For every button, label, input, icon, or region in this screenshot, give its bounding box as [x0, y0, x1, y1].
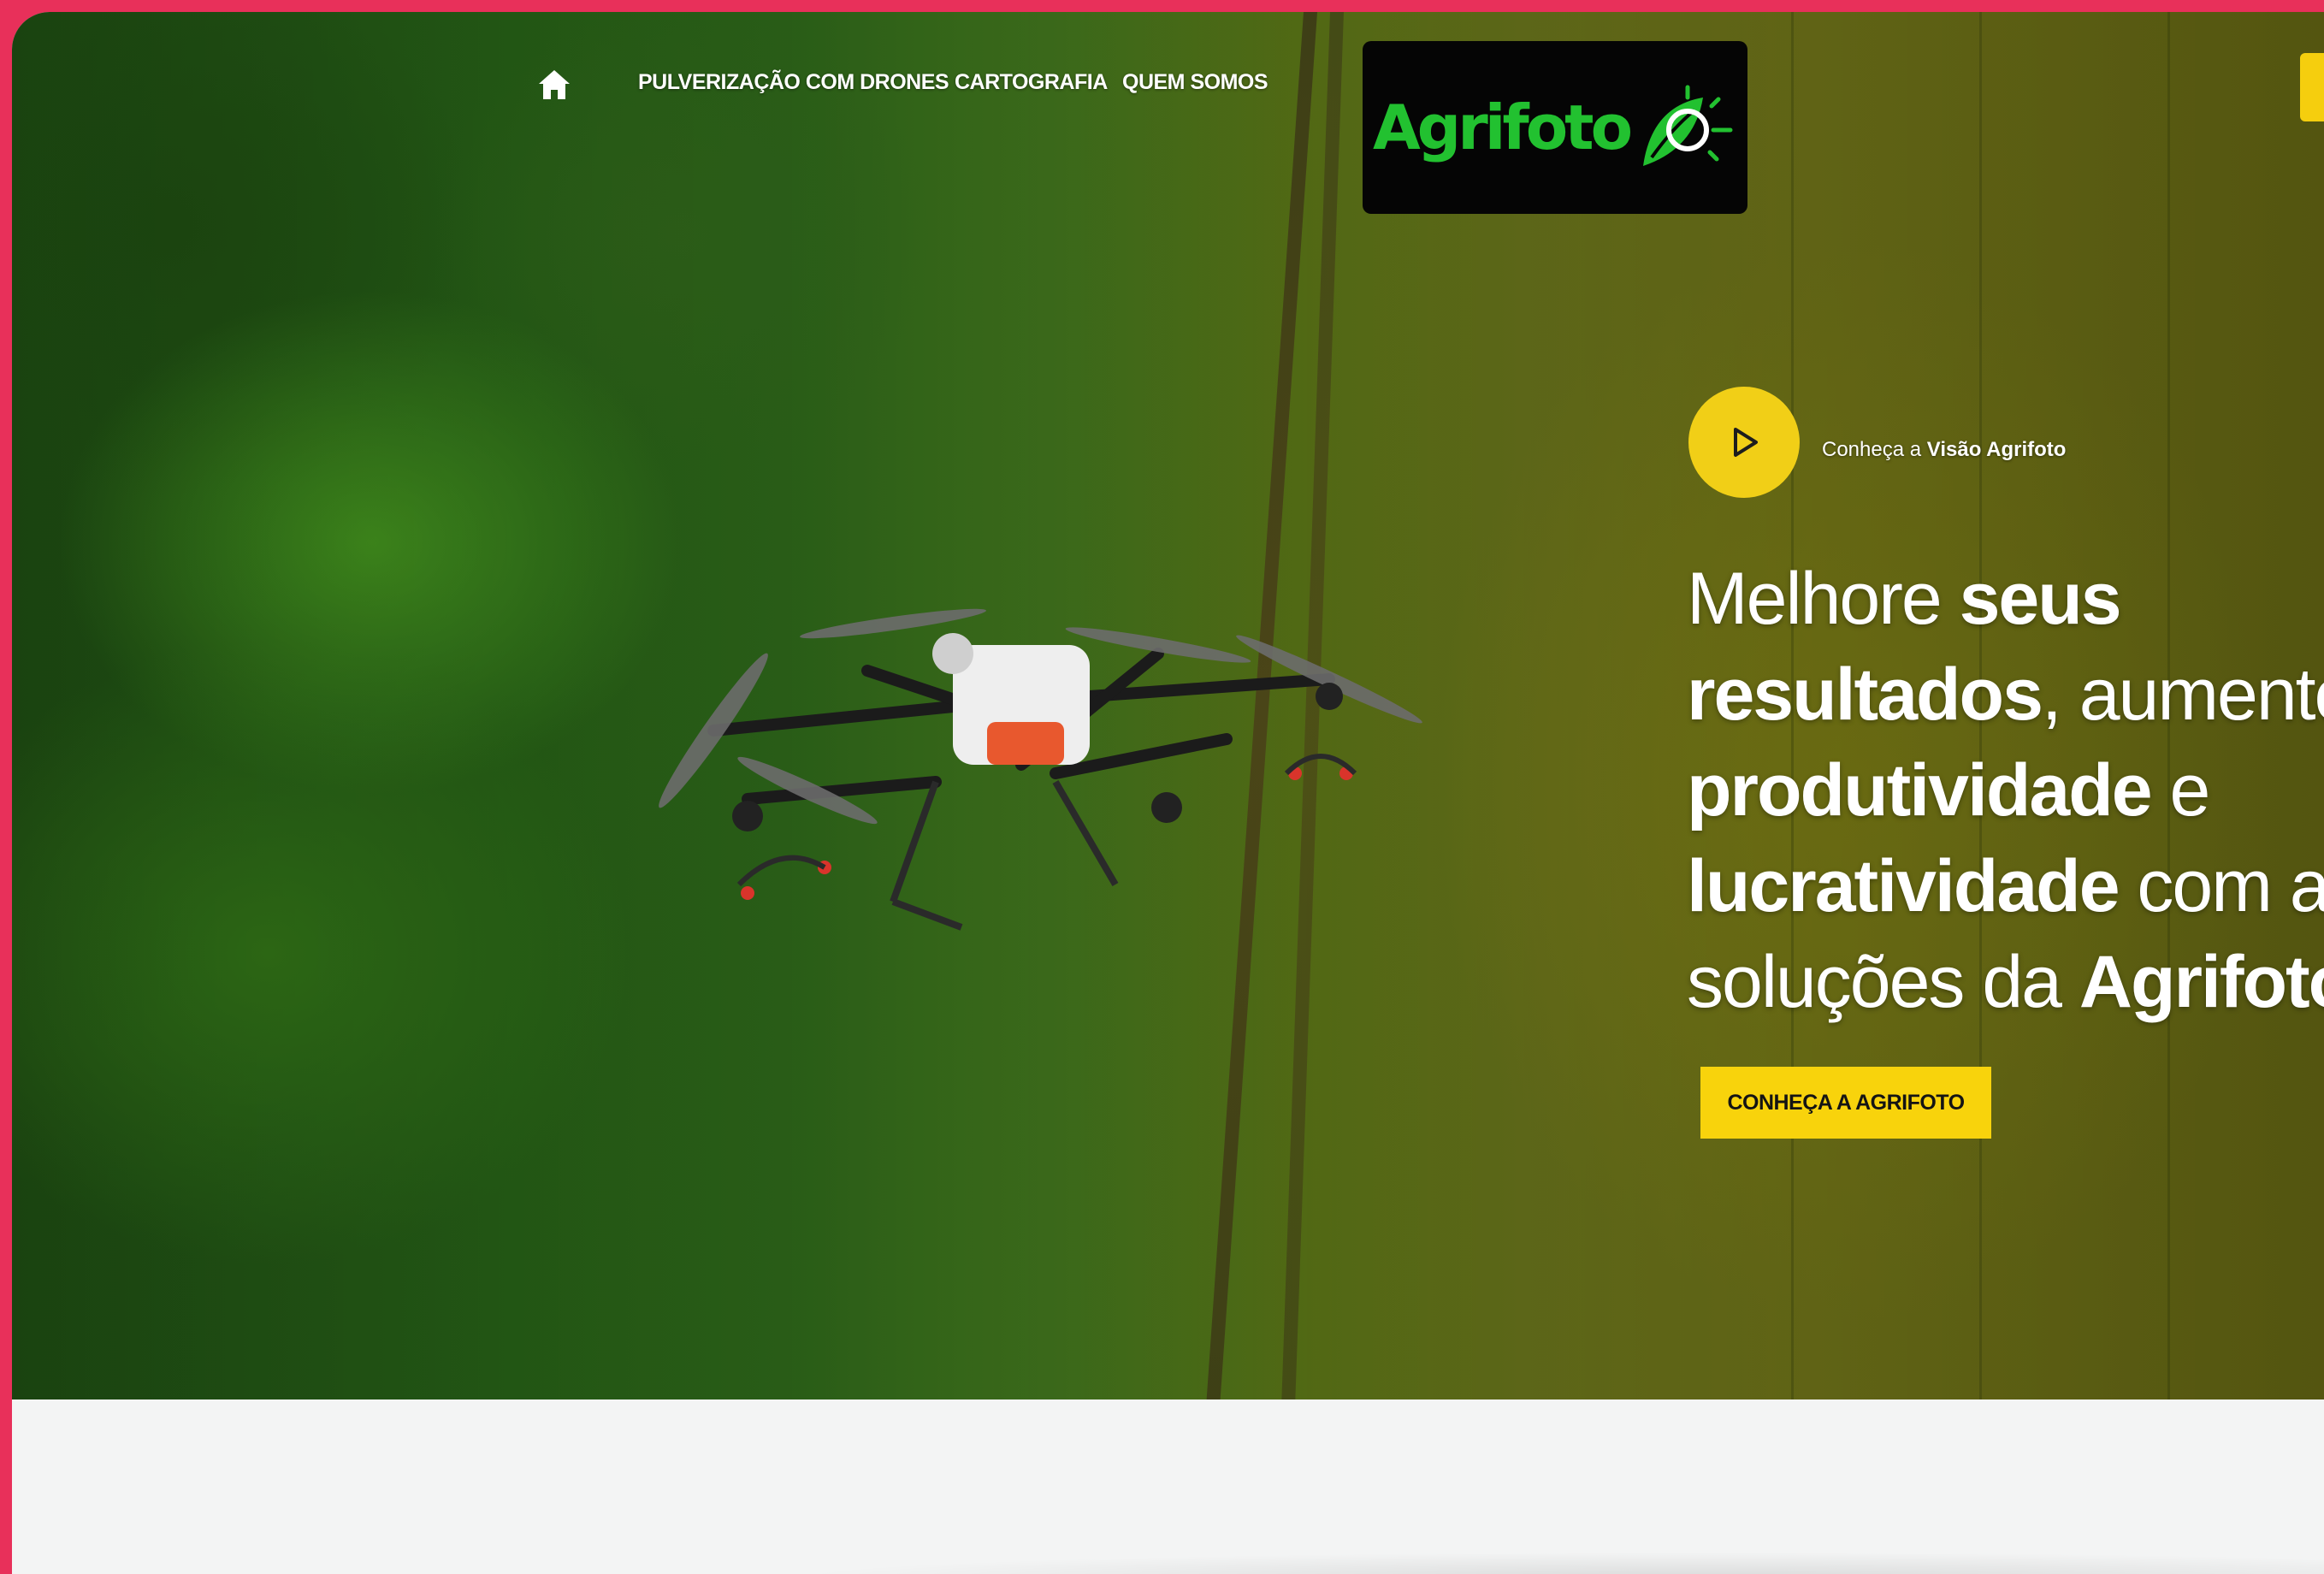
video-caption-prefix: Conheça a — [1822, 438, 1922, 461]
headline-line-5: soluções da Agrifoto — [1687, 934, 2324, 1030]
hero-headline: Melhore seus resultados, aumente produti… — [1687, 551, 2324, 1030]
content-section — [12, 1399, 2324, 1574]
home-icon — [539, 70, 570, 99]
nav-item-pulverizacao[interactable]: PULVERIZAÇÃO COM DRONES — [638, 70, 949, 95]
drone-image — [659, 608, 1422, 931]
nav-item-quem-somos[interactable]: QUEM SOMOS — [1122, 70, 1268, 95]
video-caption[interactable]: Conheça a Visão Agrifoto — [1822, 438, 2066, 462]
headline-line-4: lucratividade com as — [1687, 838, 2324, 934]
headline-text: com as — [2137, 845, 2324, 927]
headline-bold: lucratividade — [1687, 845, 2120, 927]
video-caption-bold: Visão Agrifoto — [1926, 438, 2067, 461]
leaf-sun-icon — [1643, 85, 1733, 166]
headline-text: Melhore — [1687, 558, 1960, 640]
card-shadow — [782, 1552, 2324, 1574]
headline-bold: produtividade — [1687, 749, 2153, 831]
browser-frame: PULVERIZAÇÃO COM DRONES CARTOGRAFIA QUEM… — [12, 12, 2324, 1574]
play-video-button[interactable] — [1688, 387, 1800, 498]
hero-section: PULVERIZAÇÃO COM DRONES CARTOGRAFIA QUEM… — [12, 12, 2324, 1399]
nav-home-button[interactable] — [535, 67, 573, 103]
logo[interactable]: Agrifoto — [1363, 41, 1747, 214]
headline-text: soluções da — [1687, 941, 2079, 1023]
headline-line-2: resultados, aumente — [1687, 647, 2324, 743]
logo-text: Agrifoto — [1372, 92, 1633, 163]
conheca-agrifoto-button[interactable]: CONHEÇA A AGRIFOTO — [1700, 1067, 1991, 1139]
headline-text: e — [2150, 749, 2210, 831]
nav-item-cartografia[interactable]: CARTOGRAFIA — [955, 70, 1108, 95]
headline-bold: Agrifoto — [2079, 941, 2324, 1023]
headline-bold: resultados — [1687, 654, 2043, 736]
headline-line-3: produtividade e — [1687, 743, 2324, 838]
headline-line-1: Melhore seus — [1687, 551, 2324, 647]
headline-bold: seus — [1959, 558, 2122, 640]
play-icon — [1734, 428, 1758, 457]
header-cta-button[interactable] — [2300, 53, 2324, 121]
headline-text: , aumente — [2041, 654, 2324, 736]
